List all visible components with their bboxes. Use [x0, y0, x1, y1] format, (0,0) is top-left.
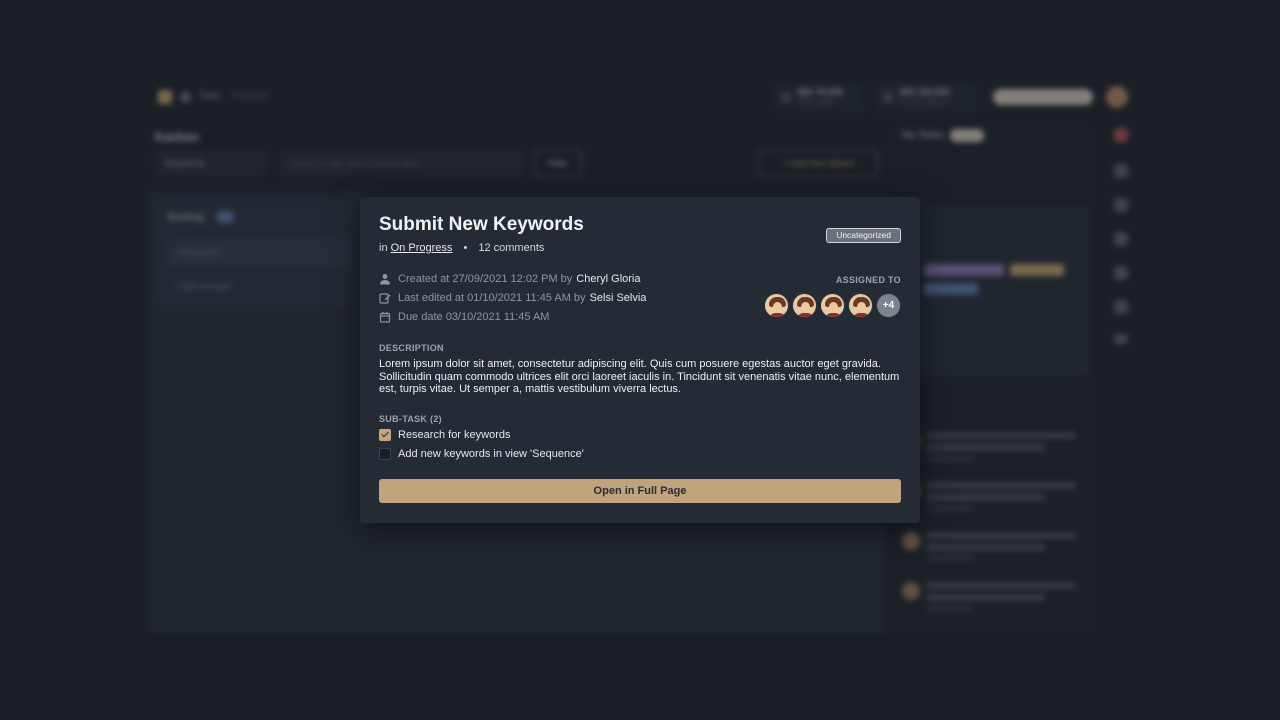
- subtask-label: SUB-TASK (2): [379, 414, 442, 424]
- document-icon[interactable]: [1114, 198, 1128, 212]
- in-prefix: in: [379, 242, 388, 254]
- column-count-badge: [216, 211, 234, 223]
- edited-text: Last edited at 01/10/2021 11:45 AM by: [398, 292, 586, 304]
- status-link[interactable]: On Progress: [391, 242, 453, 254]
- edit-icon: [379, 293, 391, 304]
- stat-budget: $50 70,000 Total budget: [772, 82, 864, 112]
- edited-by-user[interactable]: Selsi Selvia: [590, 292, 647, 304]
- filter-button[interactable]: Filter: [534, 149, 582, 177]
- add-task-button[interactable]: + Add new task: [176, 282, 230, 291]
- globe-icon: [180, 92, 191, 103]
- calendar-icon: [379, 312, 391, 323]
- stat-balance: $50 160,000 Current balance: [874, 82, 978, 112]
- search-input[interactable]: Search for task name or board name: [280, 150, 524, 176]
- open-full-page-button[interactable]: Open in Full Page: [379, 479, 901, 503]
- stat-label: Current balance: [900, 99, 950, 106]
- subtask-checkbox-unchecked[interactable]: [379, 448, 391, 460]
- separator: •: [463, 242, 468, 254]
- stat-label: Total budget: [798, 99, 837, 106]
- breadcrumb-item: Kanban: [231, 90, 270, 102]
- created-info: Created at 27/09/2021 12:02 PM by Cheryl…: [379, 273, 640, 285]
- clipboard-icon[interactable]: [1114, 164, 1128, 178]
- category-badge[interactable]: Uncategorized: [826, 228, 901, 243]
- subtask-checkbox-checked[interactable]: [379, 429, 391, 441]
- assignee-avatar[interactable]: [792, 293, 817, 318]
- stat-value: $50 70,000: [798, 87, 844, 97]
- right-panel-title: My Tasks: [902, 130, 944, 141]
- page-title: Kanban: [155, 130, 200, 144]
- column-title: Backlog: [168, 212, 204, 223]
- activity-log-item: [900, 480, 1080, 518]
- view-select[interactable]: Sequence: [154, 150, 268, 176]
- calendar-icon[interactable]: [1114, 232, 1128, 246]
- assignee-avatars[interactable]: +4: [761, 293, 901, 318]
- tag: [1010, 264, 1064, 276]
- assigned-label: ASSIGNED TO: [835, 275, 901, 285]
- subtask-item[interactable]: Research for keywords: [379, 429, 511, 441]
- edited-info: Last edited at 01/10/2021 11:45 AM by Se…: [379, 292, 646, 304]
- app-logo-icon: [158, 90, 172, 104]
- subtask-item[interactable]: Add new keywords in view 'Sequence': [379, 448, 584, 460]
- activity-log-item: [900, 580, 1080, 618]
- tag: [924, 264, 1004, 276]
- balance-icon: [882, 91, 894, 103]
- assignee-avatar[interactable]: [820, 293, 845, 318]
- settings-icon[interactable]: [1114, 300, 1128, 314]
- activity-log-item: [900, 430, 1080, 468]
- stat-value: $50 160,000: [900, 87, 951, 97]
- task-card[interactable]: Introduction: [168, 240, 350, 266]
- more-icon[interactable]: [1114, 334, 1128, 344]
- wallet-icon: [780, 91, 792, 103]
- breadcrumb-item[interactable]: Task: [198, 90, 221, 102]
- modal-title: Submit New Keywords: [379, 214, 584, 235]
- created-text: Created at 27/09/2021 12:02 PM by: [398, 273, 573, 285]
- subtask-label-text: Add new keywords in view 'Sequence': [398, 448, 584, 460]
- message-icon[interactable]: [1114, 266, 1128, 280]
- header-pill-button[interactable]: [993, 89, 1093, 105]
- assignee-avatar[interactable]: [848, 293, 873, 318]
- add-board-button[interactable]: + Add New Board: [758, 149, 878, 177]
- description-text: Lorem ipsum dolor sit amet, consectetur …: [379, 358, 900, 395]
- more-assignees-badge[interactable]: +4: [876, 293, 901, 318]
- created-by-user[interactable]: Cheryl Gloria: [576, 273, 640, 285]
- subtask-label-text: Research for keywords: [398, 429, 511, 441]
- tag: [924, 283, 978, 295]
- description-label: DESCRIPTION: [379, 343, 444, 353]
- breadcrumb: Task Kanban: [198, 90, 270, 102]
- notification-icon[interactable]: [1114, 128, 1128, 142]
- due-date-text: Due date 03/10/2021 11:45 AM: [398, 311, 550, 323]
- comments-count[interactable]: 12 comments: [478, 242, 544, 254]
- user-icon: [380, 274, 390, 285]
- task-detail-modal: Submit New Keywords in On Progress • 12 …: [360, 197, 920, 523]
- assignee-avatar[interactable]: [764, 293, 789, 318]
- user-avatar[interactable]: [1106, 86, 1128, 108]
- activity-log-item: [900, 530, 1080, 568]
- right-panel-badge: [950, 129, 984, 142]
- task-location: in On Progress • 12 comments: [379, 242, 544, 254]
- due-date-info: Due date 03/10/2021 11:45 AM: [379, 311, 549, 323]
